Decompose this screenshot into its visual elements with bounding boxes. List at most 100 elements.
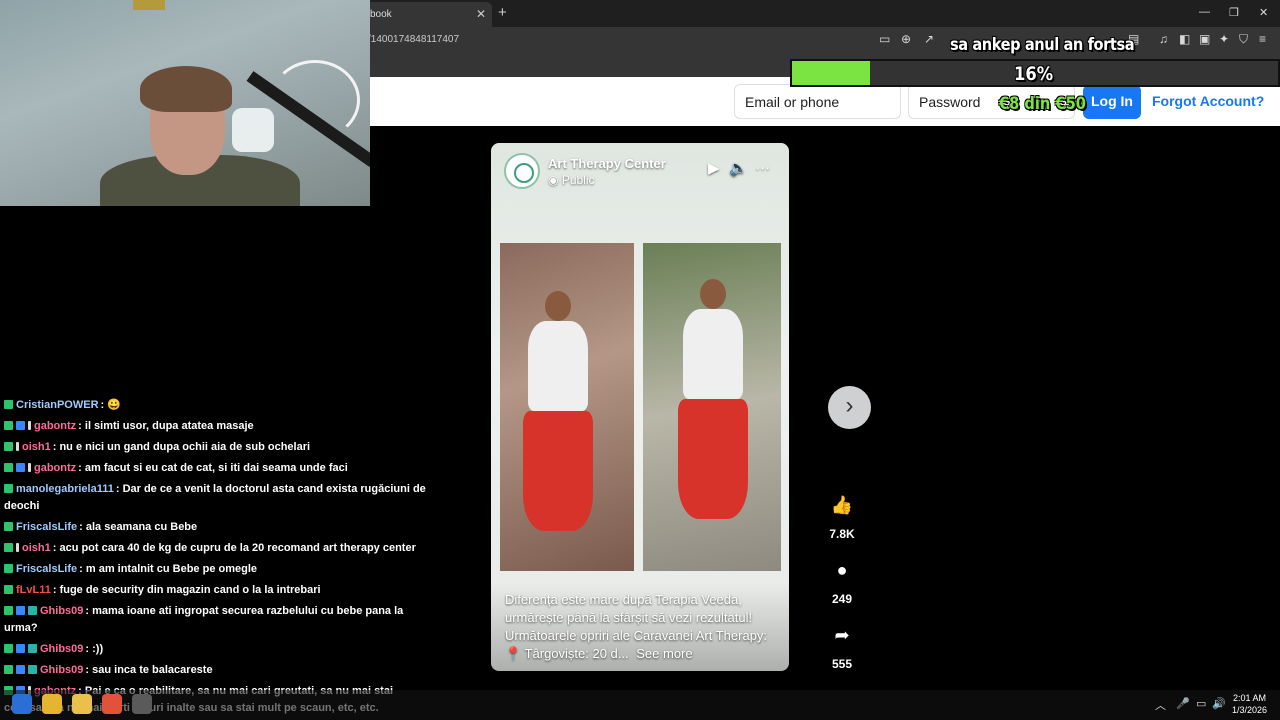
chat-username[interactable]: Ghibs09 xyxy=(40,664,83,676)
app-icon[interactable] xyxy=(132,694,152,714)
comment-button[interactable]: ● xyxy=(825,553,859,587)
chat-username[interactable]: FriscalsLife xyxy=(16,563,77,575)
minimize-icon[interactable]: — xyxy=(1199,6,1210,18)
like-button[interactable]: 👍 xyxy=(825,488,859,522)
volume-icon[interactable]: 🔈 xyxy=(729,159,748,177)
chat-username[interactable]: CristianPOWER xyxy=(16,399,99,411)
audience-text: Public xyxy=(561,173,595,187)
chat-message: gabontz: il simti usor, dupa atatea masa… xyxy=(0,416,430,437)
page-name[interactable]: Art Therapy Center xyxy=(548,156,666,171)
sidebar-icon[interactable]: ◧ xyxy=(1179,32,1190,46)
window-close-icon[interactable]: ✕ xyxy=(1259,6,1268,19)
chevron-up-icon[interactable]: ︿ xyxy=(1155,697,1166,713)
comment-bubble-icon: ● xyxy=(836,560,848,580)
clock-time: 2:01 AM xyxy=(1233,693,1267,703)
screen: book ✕ + — ❐ ✕ /1400174848117407 ▭ ⊕ ↗ ▤… xyxy=(0,0,1280,720)
chat-username[interactable]: Ghibs09 xyxy=(40,643,83,655)
chat-username[interactable]: gabontz xyxy=(34,420,76,432)
share-icon[interactable]: ↗ xyxy=(924,32,934,46)
badge-i-icon xyxy=(16,442,19,451)
network-icon[interactable]: ▭ xyxy=(1196,697,1206,710)
badge-k-icon xyxy=(4,606,13,615)
badge-k-icon xyxy=(4,463,13,472)
video-caption: Diferența este mare după Terapia Veeda, … xyxy=(491,583,789,671)
zoom-icon[interactable]: ⊕ xyxy=(901,32,911,46)
restore-icon[interactable]: ❐ xyxy=(1229,6,1239,19)
chat-username[interactable]: oish1 xyxy=(22,441,51,453)
chat-username[interactable]: Ghibs09 xyxy=(40,605,83,617)
webcam-feed xyxy=(0,0,370,206)
new-tab-icon[interactable]: + xyxy=(498,4,507,21)
video-frame-before xyxy=(500,243,634,571)
folder-icon[interactable] xyxy=(72,694,92,714)
badge-k-icon xyxy=(4,442,13,451)
page-avatar[interactable] xyxy=(504,153,540,189)
menu-icon[interactable]: ≡ xyxy=(1259,32,1266,46)
badge-p-icon xyxy=(16,665,25,674)
tab-close-icon[interactable]: ✕ xyxy=(476,7,486,21)
next-video-button[interactable]: › xyxy=(828,386,871,429)
taskbar xyxy=(0,690,1280,720)
start-icon[interactable] xyxy=(12,694,32,714)
chat-text: : fuge de security din magazin cand o la… xyxy=(52,584,321,596)
music-icon[interactable]: ♫ xyxy=(1159,32,1168,46)
chat-text: : acu pot cara 40 de kg de cupru de la 2… xyxy=(52,542,416,554)
thumbs-up-icon: 👍 xyxy=(830,495,854,515)
chat-username[interactable]: gabontz xyxy=(34,462,76,474)
goal-progress-fill xyxy=(792,61,870,85)
chat-username[interactable]: FriscalsLife xyxy=(16,521,77,533)
taskbar-clock[interactable]: 2:01 AM 1/3/2026 xyxy=(1232,692,1267,716)
url-text[interactable]: /1400174848117407 xyxy=(368,34,459,45)
chat-message: CristianPOWER: 😀 xyxy=(0,395,430,416)
wall-sign xyxy=(133,0,165,10)
person-figure xyxy=(678,279,748,519)
tab-title: book xyxy=(370,9,392,20)
chat-text: : il simti usor, dupa atatea masaje xyxy=(78,420,254,432)
chat-username[interactable]: oish1 xyxy=(22,542,51,554)
login-button[interactable]: Log In xyxy=(1083,85,1141,119)
reel-video[interactable]: Art Therapy Center ◉ Public ▶ 🔈 ⋯ Difere… xyxy=(491,143,789,671)
chat-text: : :)) xyxy=(85,643,104,655)
stream-chat: CristianPOWER: 😀 gabontz: il simti usor, … xyxy=(0,395,430,719)
wallet-icon[interactable]: ▣ xyxy=(1199,32,1210,46)
brave-icon[interactable] xyxy=(102,694,122,714)
goal-percent: 16% xyxy=(1014,63,1054,85)
goal-title: sa ankep anul an fortsa xyxy=(950,35,1135,55)
email-field[interactable]: Email or phone xyxy=(734,84,901,119)
shield-icon[interactable]: ⛉ xyxy=(1239,32,1248,47)
badge-k-icon xyxy=(4,421,13,430)
speaker-icon[interactable]: 🔊 xyxy=(1212,697,1226,710)
forgot-account-link[interactable]: Forgot Account? xyxy=(1152,93,1264,109)
mic-icon[interactable]: 🎤 xyxy=(1176,697,1190,710)
share-button[interactable]: ➦ xyxy=(825,618,859,652)
browser-tab[interactable]: book ✕ xyxy=(362,2,492,27)
badge-k-icon xyxy=(4,644,13,653)
badge-p-icon xyxy=(16,644,25,653)
chat-message: FriscalsLife: m am intalnit cu Bebe pe o… xyxy=(0,559,430,580)
chevron-right-icon: › xyxy=(845,392,854,419)
chat-username[interactable]: fLvL11 xyxy=(16,584,51,596)
chat-message: Ghibs09: sau inca te balacareste xyxy=(0,660,430,681)
badge-g-icon xyxy=(28,665,37,674)
play-icon[interactable]: ▶ xyxy=(708,159,720,177)
chat-message: fLvL11: fuge de security din magazin can… xyxy=(0,580,430,601)
chat-message: Ghibs09: mama ioane ati ingropat securea… xyxy=(0,601,430,639)
chat-text: : sau inca te balacareste xyxy=(85,664,213,676)
chat-text: : am facut si eu cat de cat, si iti dai … xyxy=(78,462,348,474)
chrome-icon[interactable] xyxy=(42,694,62,714)
more-options-icon[interactable]: ⋯ xyxy=(755,159,770,177)
see-more-link[interactable]: See more xyxy=(636,646,692,661)
badge-k-icon xyxy=(4,484,13,493)
badge-k-icon xyxy=(4,564,13,573)
badge-g-icon xyxy=(28,644,37,653)
person-figure xyxy=(523,291,593,531)
cast-icon[interactable]: ▭ xyxy=(879,32,890,46)
ai-icon[interactable]: ✦ xyxy=(1219,32,1229,46)
chat-text: : nu e nici un gand dupa ochii aia de su… xyxy=(52,441,311,453)
chat-message: oish1: acu pot cara 40 de kg de cupru de… xyxy=(0,538,430,559)
badge-i-icon xyxy=(16,543,19,552)
badge-k-icon xyxy=(4,400,13,409)
chat-username[interactable]: manolegabriela111 xyxy=(16,483,114,495)
globe-icon: ◉ xyxy=(548,173,559,187)
badge-i-icon xyxy=(28,463,31,472)
